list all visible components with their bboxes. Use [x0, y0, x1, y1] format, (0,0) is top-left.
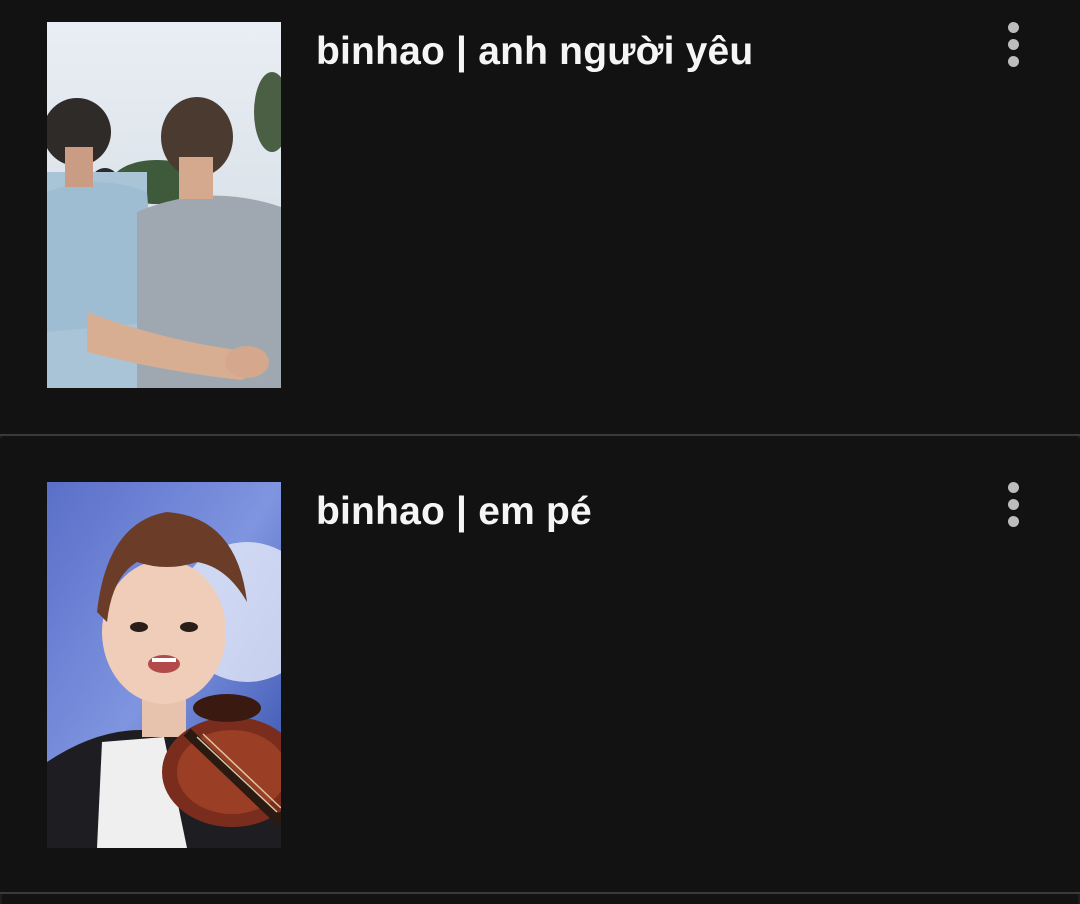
story-title[interactable]: binhao | anh người yêu	[316, 30, 753, 74]
more-vertical-icon	[1007, 21, 1019, 33]
story-title[interactable]: binhao | em pé	[316, 490, 592, 534]
story-cover-image[interactable]	[47, 482, 281, 848]
more-vertical-icon	[1007, 55, 1019, 67]
card-gap	[0, 438, 1080, 458]
story-list: binhao | anh người yêu binhao | em pé	[0, 0, 1080, 904]
more-options-button[interactable]	[996, 18, 1030, 70]
story-cover-image[interactable]	[47, 22, 281, 388]
more-vertical-icon	[1007, 38, 1019, 50]
cover-photo-boy-violin	[47, 482, 281, 848]
more-options-button[interactable]	[996, 478, 1030, 530]
cover-photo-two-people	[47, 22, 281, 388]
story-card[interactable]: binhao | em pé	[0, 458, 1080, 894]
more-vertical-icon	[1007, 515, 1019, 527]
story-card[interactable]: binhao | anh người yêu	[0, 0, 1080, 436]
more-vertical-icon	[1007, 481, 1019, 493]
more-vertical-icon	[1007, 498, 1019, 510]
